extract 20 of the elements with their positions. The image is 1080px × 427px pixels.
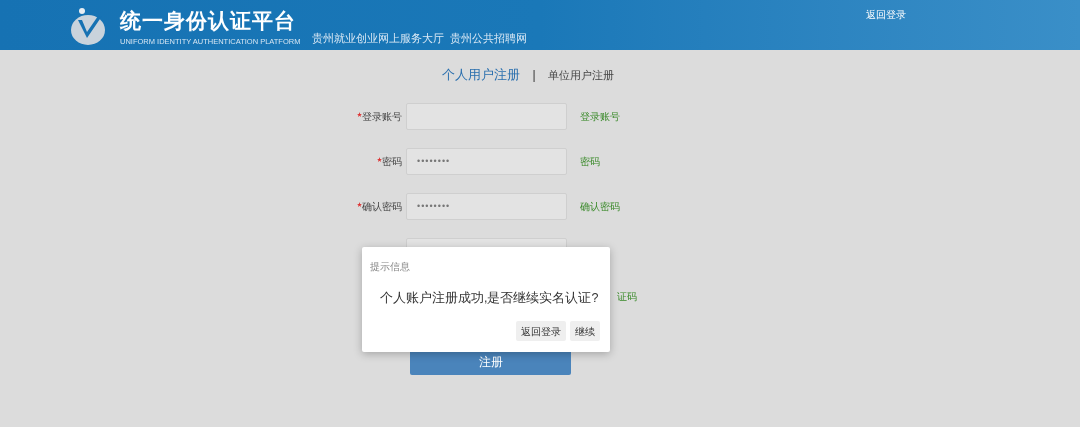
- tab[interactable]: 个人用户注册: [442, 65, 521, 85]
- field-hint: 证码: [617, 290, 637, 304]
- back-to-login-link[interactable]: 返回登录: [866, 7, 906, 22]
- dialog-title: 提示信息: [370, 260, 410, 274]
- field-hint: 登录账号: [580, 110, 620, 124]
- dialog-button[interactable]: 返回登录: [516, 321, 566, 341]
- field-label: 确认密码: [362, 200, 402, 214]
- field-label: 密码: [382, 155, 402, 169]
- tab[interactable]: 单位用户注册: [547, 66, 614, 84]
- input-field[interactable]: ••••••••: [406, 193, 567, 220]
- field-hint: 确认密码: [580, 200, 620, 214]
- field-hint: 密码: [580, 155, 600, 169]
- dialog-message: 个人账户注册成功,是否继续实名认证?: [380, 290, 599, 307]
- dialog-button[interactable]: 继续: [570, 321, 600, 341]
- nav-link[interactable]: 贵州就业创业网上服务大厅: [312, 30, 444, 47]
- input-field[interactable]: ••••••••: [406, 148, 567, 175]
- field-label: 登录账号: [362, 110, 402, 124]
- nav-link[interactable]: 贵州公共招聘网: [450, 30, 527, 47]
- tab-separator: |: [532, 67, 536, 84]
- platform-title: 统一身份认证平台: [120, 8, 297, 34]
